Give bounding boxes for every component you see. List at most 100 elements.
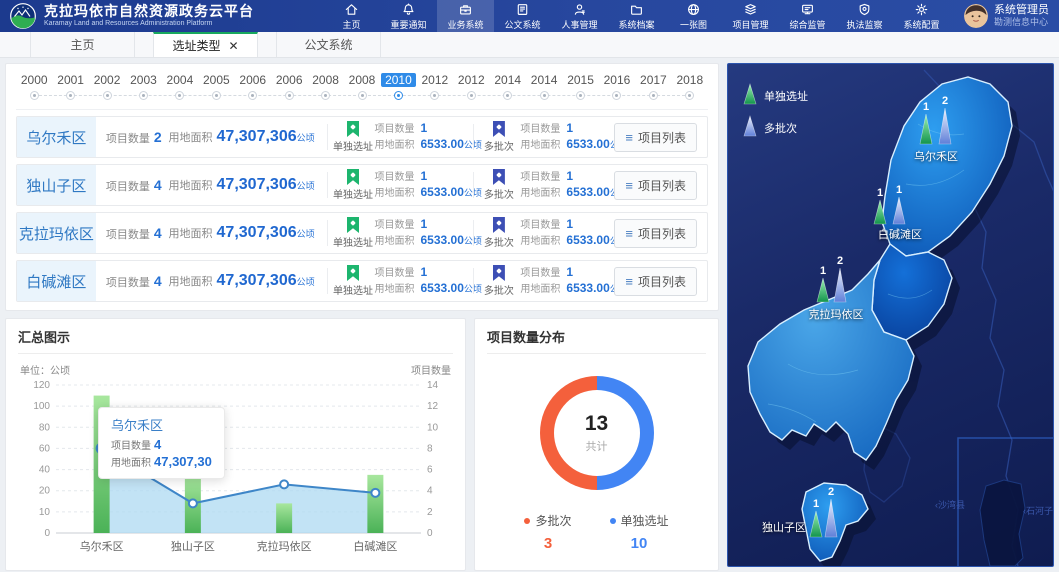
year-dot[interactable]	[30, 91, 39, 100]
single-site-badge: 单独选址	[332, 265, 375, 297]
folder-icon	[629, 2, 644, 17]
year-item[interactable]: 2006	[235, 72, 271, 106]
year-dot[interactable]	[175, 91, 184, 100]
project-list-button[interactable]: ≡项目列表	[614, 171, 697, 200]
year-item[interactable]: 2017	[635, 72, 671, 106]
year-dot[interactable]	[248, 91, 257, 100]
single-count: 1	[820, 265, 826, 277]
app-subtitle: Karamay Land and Resources Administratio…	[44, 20, 254, 28]
map-panel[interactable]: ‹沙湾县‹石河子 单独选址多批次 12乌尔禾区11白碱滩区12克拉玛依区12独山…	[727, 63, 1054, 567]
line-point-克拉玛依区[interactable]	[280, 480, 288, 488]
year-item[interactable]: 2014	[489, 72, 525, 106]
year-dot[interactable]	[576, 91, 585, 100]
donut-legend-item[interactable]: 单独选址 10	[610, 512, 669, 552]
nav-item-label: 系统配置	[903, 18, 939, 31]
year-item[interactable]: 2014	[526, 72, 562, 106]
year-label: 2010	[380, 72, 416, 89]
user-department: 勘测信息中心	[994, 17, 1049, 28]
year-item[interactable]: 2006	[271, 72, 307, 106]
year-item[interactable]: 2016	[599, 72, 635, 106]
district-name: 克拉玛依区	[17, 213, 96, 253]
district-row: 独山子区 项目数量4 用地面积47,307,306公顷 单独选址 项目数量1 用…	[16, 164, 708, 206]
year-dot[interactable]	[285, 91, 294, 100]
bar-克拉玛依区[interactable]	[276, 503, 292, 533]
nav-item-monitor[interactable]: 综合监管	[779, 0, 836, 32]
donut-legend-item[interactable]: 多批次 3	[524, 512, 571, 552]
project-list-button[interactable]: ≡项目列表	[614, 123, 697, 152]
year-dot[interactable]	[212, 91, 221, 100]
year-dot[interactable]	[103, 91, 112, 100]
gear-icon	[914, 2, 929, 17]
nav-item-shield[interactable]: 执法监察	[836, 0, 893, 32]
line-point-独山子区[interactable]	[189, 499, 197, 507]
year-dot[interactable]	[649, 91, 658, 100]
year-label: 2014	[489, 72, 525, 89]
app-title: 克拉玛依市自然资源政务云平台	[44, 4, 254, 19]
multi-batch-cone-icon	[834, 268, 846, 302]
left-axis-tick: 40	[39, 465, 51, 476]
tab-document-system[interactable]: 公文系统	[276, 32, 381, 57]
year-dot[interactable]	[321, 91, 330, 100]
project-list-button[interactable]: ≡项目列表	[614, 267, 697, 296]
bar-line-chart[interactable]: 0010220440660880101001212014乌尔禾区独山子区克拉玛依…	[18, 377, 453, 557]
year-item[interactable]: 2018	[672, 72, 708, 106]
line-point-白碱滩区[interactable]	[371, 489, 379, 497]
nav-item-layers[interactable]: 项目管理	[722, 0, 779, 32]
district-project-count: 项目数量4	[96, 225, 169, 242]
year-label: 2012	[417, 72, 453, 89]
year-item[interactable]: 2001	[52, 72, 88, 106]
summary-chart-title: 汇总图示	[18, 327, 453, 354]
year-item[interactable]: 2012	[453, 72, 489, 106]
year-dot[interactable]	[139, 91, 148, 100]
year-dot[interactable]	[540, 91, 549, 100]
year-dot[interactable]	[430, 91, 439, 100]
year-dot[interactable]	[66, 91, 75, 100]
year-dot[interactable]	[394, 91, 403, 100]
year-item[interactable]: 2008	[307, 72, 343, 106]
year-dot[interactable]	[503, 91, 512, 100]
year-item[interactable]: 2004	[162, 72, 198, 106]
year-item[interactable]: 2010	[380, 72, 416, 106]
district-land-area: 用地面积47,307,306公顷	[169, 128, 323, 146]
nav-item-bell[interactable]: 重要通知	[380, 0, 437, 32]
year-dot[interactable]	[467, 91, 476, 100]
nav-item-person[interactable]: 人事管理	[551, 0, 608, 32]
globe-icon	[686, 2, 701, 17]
nav-item-globe[interactable]: 一张图	[665, 0, 722, 32]
karamay-map[interactable]: ‹沙湾县‹石河子 单独选址多批次 12乌尔禾区11白碱滩区12克拉玛依区12独山…	[728, 64, 1054, 566]
multi-batch-badge: 多批次	[477, 169, 520, 201]
divider	[473, 220, 474, 246]
nav-item-gear[interactable]: 系统配置	[893, 0, 950, 32]
year-item[interactable]: 2015	[562, 72, 598, 106]
left-axis-label: 单位：公顷	[20, 362, 70, 377]
project-list-button[interactable]: ≡项目列表	[614, 219, 697, 248]
year-item[interactable]: 2003	[125, 72, 161, 106]
single-site-label: 单独选址	[333, 234, 373, 249]
year-item[interactable]: 2000	[16, 72, 52, 106]
user-info[interactable]: 系统管理员 勘测信息中心	[964, 4, 1049, 28]
bar-白碱滩区[interactable]	[367, 475, 383, 533]
nav-item-document[interactable]: 公文系统	[494, 0, 551, 32]
category-label: 克拉玛依区	[257, 539, 312, 553]
nav-item-briefcase[interactable]: 业务系统	[437, 0, 494, 32]
nav-item-home[interactable]: 主页	[323, 0, 380, 32]
multi-batch-label: 多批次	[484, 234, 514, 249]
year-item[interactable]: 2005	[198, 72, 234, 106]
document-icon	[515, 2, 530, 17]
multi-batch-badge: 多批次	[477, 121, 520, 153]
donut-chart[interactable]: 13 共计	[540, 376, 654, 490]
app-logo-icon	[10, 3, 36, 29]
user-avatar[interactable]	[964, 4, 988, 28]
year-dot[interactable]	[358, 91, 367, 100]
divider	[473, 124, 474, 150]
district-shapes[interactable]	[748, 77, 1012, 561]
year-dot[interactable]	[612, 91, 621, 100]
tab-home[interactable]: 主页	[30, 32, 135, 57]
year-item[interactable]: 2002	[89, 72, 125, 106]
year-item[interactable]: 2008	[344, 72, 380, 106]
tab-site-type[interactable]: 选址类型✕	[153, 32, 258, 57]
tab-close-icon[interactable]: ✕	[228, 39, 238, 53]
nav-item-folder[interactable]: 系统档案	[608, 0, 665, 32]
year-dot[interactable]	[685, 91, 694, 100]
year-item[interactable]: 2012	[417, 72, 453, 106]
